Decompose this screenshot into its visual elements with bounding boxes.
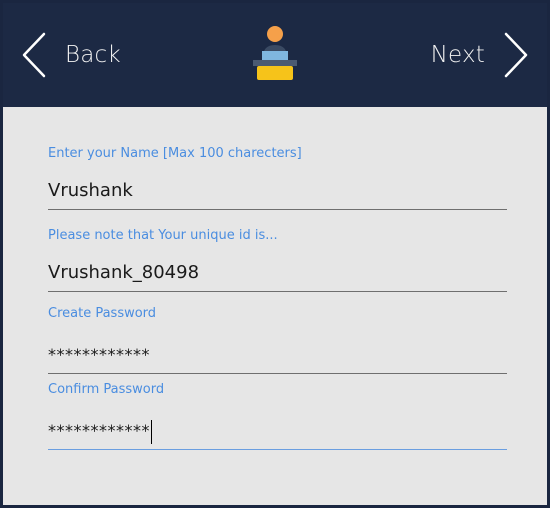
create-password-text: ************ xyxy=(48,345,150,364)
back-label: Back xyxy=(65,42,121,68)
chevron-right-icon xyxy=(503,32,529,78)
name-input[interactable]: Vrushank xyxy=(48,173,507,210)
text-caret xyxy=(151,419,152,444)
app-logo-icon xyxy=(249,25,301,85)
confirm-password-label: Confirm Password xyxy=(48,382,165,397)
create-password-label: Create Password xyxy=(48,306,157,321)
unique-id-label: Please note that Your unique id is... xyxy=(48,228,278,243)
create-password-field: Create Password ************ xyxy=(48,305,507,374)
name-field-label: Enter your Name [Max 100 charecters] xyxy=(48,146,302,161)
app-window: Back Next Enter your Name [Max 100 chare… xyxy=(0,0,550,508)
header-bar: Back Next xyxy=(3,3,547,107)
confirm-password-text: ************ xyxy=(48,421,150,440)
confirm-password-field: Confirm Password ************ xyxy=(48,381,507,450)
back-button[interactable]: Back xyxy=(21,3,121,107)
registration-form: Enter your Name [Max 100 charecters] Vru… xyxy=(3,107,547,505)
unique-id-value: Vrushank_80498 xyxy=(48,255,507,292)
next-button[interactable]: Next xyxy=(431,3,529,107)
unique-id-field: Please note that Your unique id is... Vr… xyxy=(48,227,507,292)
confirm-password-input[interactable]: ************ xyxy=(48,413,507,450)
name-field: Enter your Name [Max 100 charecters] Vru… xyxy=(48,145,507,210)
create-password-input[interactable]: ************ xyxy=(48,337,507,374)
chevron-left-icon xyxy=(21,32,47,78)
next-label: Next xyxy=(430,42,485,68)
